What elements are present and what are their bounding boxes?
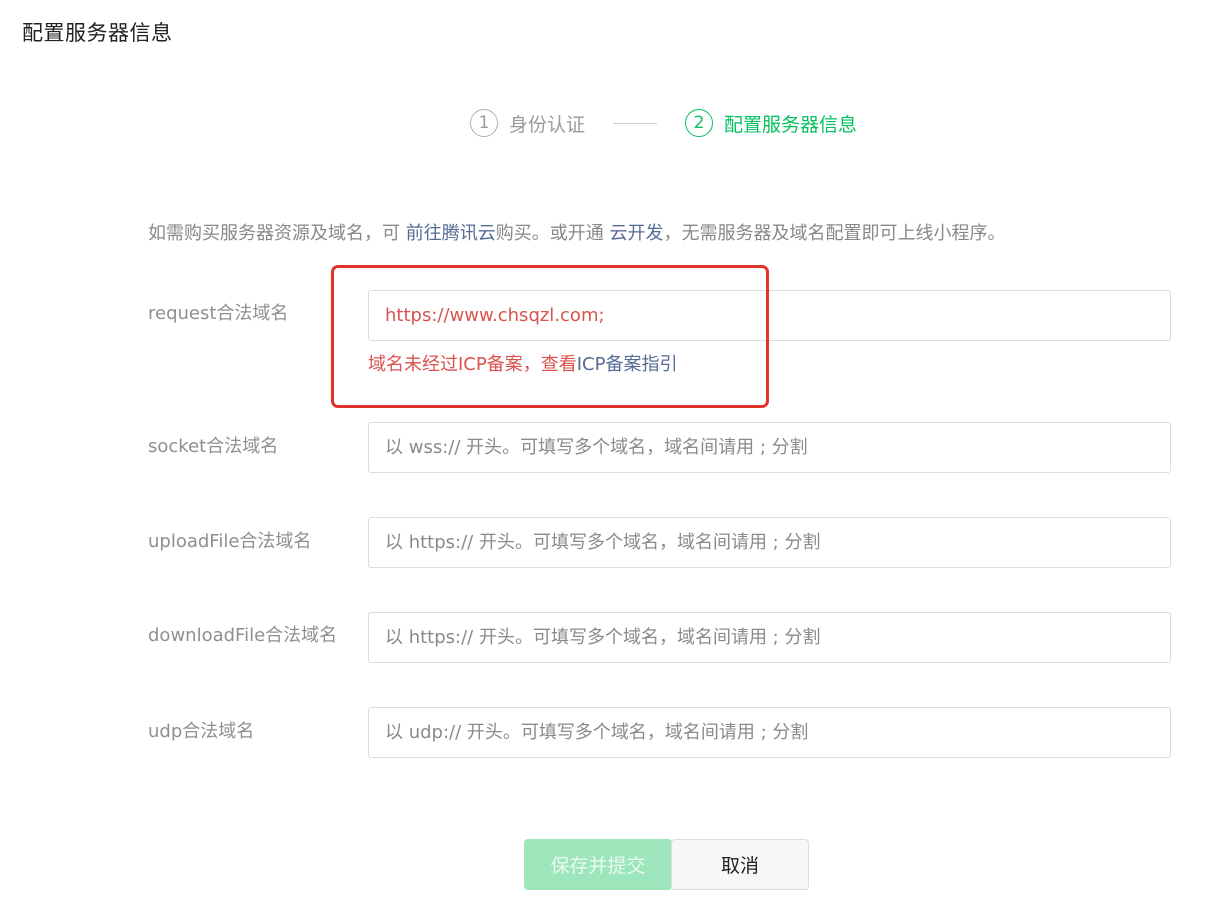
request-domain-label: request合法域名 [148,303,289,324]
cloud-dev-link[interactable]: 云开发 [609,223,663,244]
intro-prefix: 如需购买服务器资源及域名，可 [148,223,406,244]
step-divider [613,122,658,124]
udp-domain-label: udp合法域名 [148,721,255,742]
page: 配置服务器信息 1 身份认证 2 配置服务器信息 如需购买服务器资源及域名，可 … [0,0,1232,910]
page-title: 配置服务器信息 [22,21,173,45]
tencent-cloud-link[interactable]: 前往腾讯云 [406,223,496,244]
steps-indicator: 1 身份认证 2 配置服务器信息 [470,108,857,138]
request-domain-error: 域名未经过ICP备案，查看ICP备案指引 [368,350,677,376]
error-text: 域名未经过ICP备案，查看 [368,354,577,375]
step-1-label: 身份认证 [509,113,586,136]
save-submit-button[interactable]: 保存并提交 [524,839,672,890]
upload-domain-input[interactable] [368,517,1171,568]
download-domain-input[interactable] [368,612,1171,663]
step-2-number: 2 [685,109,714,137]
socket-domain-label: socket合法域名 [148,436,279,457]
step-identity: 1 身份认证 [470,109,585,137]
intro-mid: 购买。或开通 [495,223,610,244]
icp-guide-link[interactable]: ICP备案指引 [577,354,678,375]
udp-domain-input[interactable] [368,707,1171,758]
cancel-button[interactable]: 取消 [671,839,809,890]
step-1-number: 1 [470,109,498,137]
intro-text: 如需购买服务器资源及域名，可 前往腾讯云购买。或开通 云开发，无需服务器及域名配… [148,219,1005,245]
upload-domain-label: uploadFile合法域名 [148,531,312,552]
step-2-label: 配置服务器信息 [724,113,858,136]
download-domain-label: downloadFile合法域名 [148,625,338,646]
intro-suffix: ，无需服务器及域名配置即可上线小程序。 [663,223,1006,244]
socket-domain-input[interactable] [368,422,1171,473]
request-domain-input[interactable] [368,290,1171,341]
step-server-config: 2 配置服务器信息 [685,109,857,137]
